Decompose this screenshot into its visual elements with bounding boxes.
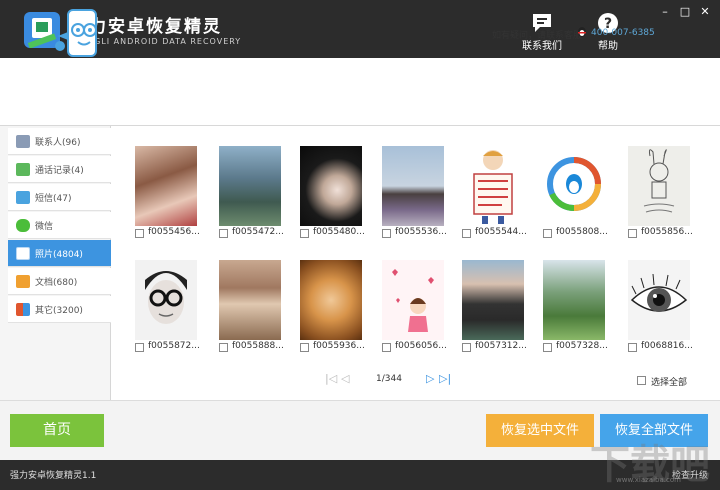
support-text: 如有疑问，请联系客服 xyxy=(492,31,583,41)
photo-name: f0055544... xyxy=(475,227,527,237)
first-page-icon[interactable]: |◁ xyxy=(325,372,337,385)
sidebar-item-sms[interactable]: 短信(47) xyxy=(8,184,111,211)
photo-image[interactable] xyxy=(300,146,362,226)
cartoon-sign-icon xyxy=(473,150,513,224)
photo-thumb[interactable]: f0055936... xyxy=(300,260,365,352)
last-page-icon[interactable]: ▷| xyxy=(439,372,451,385)
photo-image[interactable] xyxy=(543,146,605,226)
photo-thumb[interactable]: f0057328... xyxy=(543,260,608,352)
page-indicator: 1/344 xyxy=(376,374,402,384)
photo-checkbox[interactable] xyxy=(628,343,637,352)
photo-checkbox[interactable] xyxy=(382,229,391,238)
photo-checkbox[interactable] xyxy=(462,229,471,238)
photo-checkbox[interactable] xyxy=(135,343,144,352)
photo-thumb[interactable]: f0055544... xyxy=(462,146,527,238)
photo-checkbox[interactable] xyxy=(628,229,637,238)
sidebar-item-wechat[interactable]: 微信 xyxy=(8,212,111,239)
header-strip xyxy=(0,58,720,126)
photo-name: f0057328... xyxy=(556,341,608,351)
photo-image[interactable] xyxy=(382,260,444,340)
photo-name: f0055536... xyxy=(395,227,447,237)
maximize-button[interactable]: □ xyxy=(679,6,691,18)
photo-name: f0055456... xyxy=(148,227,200,237)
home-button[interactable]: 首页 xyxy=(10,414,104,447)
photo-image[interactable] xyxy=(462,260,524,340)
sms-icon xyxy=(16,191,30,204)
sidebar-item-call-log[interactable]: 通话记录(4) xyxy=(8,156,111,183)
document-icon xyxy=(16,275,30,288)
sidebar-item-other[interactable]: 其它(3200) xyxy=(8,296,111,323)
glasses-face-icon xyxy=(145,271,187,324)
photo-checkbox[interactable] xyxy=(462,343,471,352)
sidebar-item-photos[interactable]: 照片(4804) xyxy=(8,240,111,267)
photo-name: f0056056... xyxy=(395,341,447,351)
eye-sketch-icon xyxy=(630,273,688,312)
mascot-phone-icon xyxy=(55,9,97,57)
qq-penguin-icon[interactable] xyxy=(576,26,588,38)
next-page-icon[interactable]: ▷ xyxy=(426,372,434,385)
select-all-label: 选择全部 xyxy=(651,378,688,388)
photo-image[interactable] xyxy=(628,146,690,226)
photo-thumb[interactable]: f0055808... xyxy=(543,146,608,238)
photo-checkbox[interactable] xyxy=(300,343,309,352)
photo-image[interactable] xyxy=(135,260,197,340)
photo-checkbox[interactable] xyxy=(543,343,552,352)
photo-thumb[interactable]: f0055856... xyxy=(628,146,693,238)
photo-image[interactable] xyxy=(135,146,197,226)
photo-thumb[interactable]: f0055480... xyxy=(300,146,365,238)
select-all-checkbox[interactable] xyxy=(637,376,646,385)
photo-thumb[interactable]: f0055536... xyxy=(382,146,447,238)
other-icon xyxy=(16,303,30,316)
photo-image[interactable] xyxy=(382,146,444,226)
photo-thumb[interactable]: f0057312... xyxy=(462,260,527,352)
support-phone[interactable]: 400-007-6385 xyxy=(591,28,655,38)
sketch-bunny-icon xyxy=(643,149,675,213)
sidebar-item-contacts[interactable]: 联系人(96) xyxy=(8,128,111,155)
photo-thumb[interactable]: f0055456... xyxy=(135,146,200,238)
photo-checkbox[interactable] xyxy=(219,343,228,352)
version-label: 强力安卓恢复精灵1.1 xyxy=(10,471,97,481)
photo-image[interactable] xyxy=(219,260,281,340)
call-log-icon xyxy=(16,163,30,176)
restore-selected-button[interactable]: 恢复选中文件 xyxy=(486,414,594,447)
photo-name: f0057312... xyxy=(475,341,527,351)
photo-checkbox[interactable] xyxy=(382,343,391,352)
photo-image[interactable] xyxy=(300,260,362,340)
photo-name: f0055936... xyxy=(313,341,365,351)
sidebar-item-documents[interactable]: 文档(680) xyxy=(8,268,111,295)
photo-thumb[interactable]: f0056056... xyxy=(382,260,447,352)
cartoon-girl-hearts-icon xyxy=(392,269,434,332)
photo-thumb[interactable]: f0055888... xyxy=(219,260,284,352)
photo-checkbox[interactable] xyxy=(135,229,144,238)
prev-page-icon[interactable]: ◁ xyxy=(341,372,349,385)
close-button[interactable]: ✕ xyxy=(699,6,711,18)
photo-image[interactable] xyxy=(543,260,605,340)
photo-name: f0055472... xyxy=(232,227,284,237)
photo-checkbox[interactable] xyxy=(219,229,228,238)
photo-name: f0055872... xyxy=(148,341,200,351)
wechat-icon xyxy=(16,219,30,232)
category-sidebar: 联系人(96) 通话记录(4) 短信(47) 微信 照片(4804) 文档(68… xyxy=(0,126,111,400)
photo-checkbox[interactable] xyxy=(543,229,552,238)
contacts-icon xyxy=(16,135,30,148)
photo-thumb[interactable]: f0055872... xyxy=(135,260,200,352)
watermark-url: www.xiazaiba.com xyxy=(616,476,681,484)
photo-name: f0055808... xyxy=(556,227,608,237)
photo-name: f0068816... xyxy=(641,341,693,351)
photo-image[interactable] xyxy=(628,260,690,340)
photo-name: f0055856... xyxy=(641,227,693,237)
photo-icon xyxy=(16,247,30,260)
photo-image[interactable] xyxy=(462,146,524,226)
photo-thumb[interactable]: f0068816... xyxy=(628,260,693,352)
tencent-qq-logo-icon xyxy=(547,157,601,212)
photo-checkbox[interactable] xyxy=(300,229,309,238)
help-label: 帮助 xyxy=(598,41,618,52)
minimize-button[interactable]: – xyxy=(659,6,671,18)
photo-image[interactable] xyxy=(219,146,281,226)
photo-name: f0055888... xyxy=(232,341,284,351)
photo-name: f0055480... xyxy=(313,227,365,237)
photo-thumb[interactable]: f0055472... xyxy=(219,146,284,238)
